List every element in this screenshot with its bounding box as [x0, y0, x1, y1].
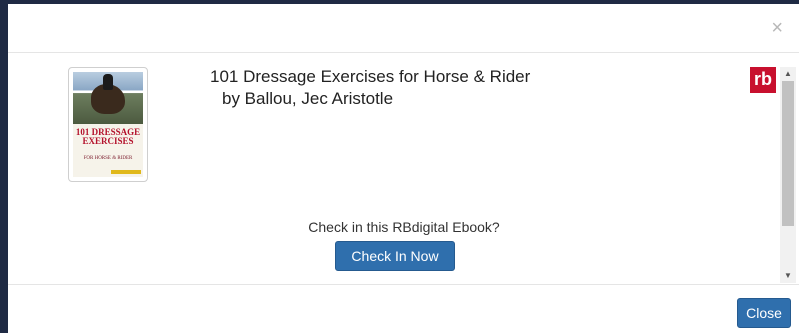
- cover-photo: [73, 72, 143, 124]
- book-cover-art: 101 DRESSAGE EXERCISES FOR HORSE & RIDER: [73, 72, 143, 177]
- dialog-body: 101 DRESSAGE EXERCISES FOR HORSE & RIDER…: [8, 53, 799, 285]
- book-cover-image: 101 DRESSAGE EXERCISES FOR HORSE & RIDER: [68, 67, 148, 182]
- book-author: by Ballou, Jec Aristotle: [222, 89, 394, 108]
- scrollbar[interactable]: ▲ ▼: [780, 67, 796, 283]
- rider-illustration: [103, 74, 113, 90]
- scrollbar-thumb[interactable]: [782, 81, 794, 226]
- scroll-up-arrow-icon[interactable]: ▲: [780, 67, 796, 81]
- scroll-down-arrow-icon[interactable]: ▼: [780, 269, 796, 283]
- dialog-header: ×: [8, 4, 799, 53]
- checkin-dialog: × 101 DRESSAGE EXERCISES FOR HORSE & RID…: [7, 4, 799, 333]
- cover-publisher-tag: [111, 170, 141, 174]
- checkin-prompt: Check in this RBdigital Ebook?: [308, 219, 500, 235]
- cover-title-text: 101 DRESSAGE EXERCISES: [75, 127, 141, 146]
- close-button[interactable]: Close: [737, 298, 791, 328]
- rbdigital-logo: rb: [750, 67, 776, 93]
- check-in-now-button[interactable]: Check In Now: [335, 241, 455, 271]
- close-icon[interactable]: ×: [771, 18, 783, 38]
- book-title: 101 Dressage Exercises for Horse & Rider: [210, 67, 531, 86]
- cover-subtitle-text: FOR HORSE & RIDER: [83, 156, 133, 161]
